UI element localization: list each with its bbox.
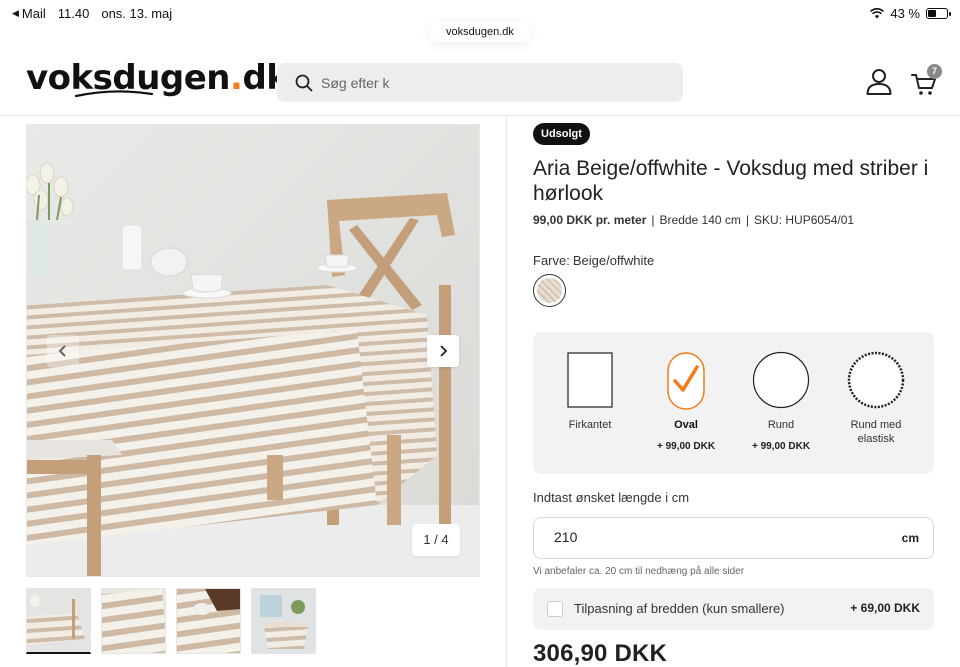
- thumbnail-4[interactable]: [251, 588, 316, 654]
- checkmark-icon: [673, 365, 699, 392]
- width-fit-price: + 69,00 DKK: [850, 601, 920, 615]
- product-photo: [27, 125, 479, 576]
- swatch-pattern: [537, 278, 562, 303]
- colour-label-value: Beige/offwhite: [572, 253, 655, 268]
- cart-count-badge: 7: [927, 64, 942, 79]
- user-icon: [866, 69, 892, 95]
- image-counter: 1 / 4: [412, 524, 460, 556]
- wifi-icon: [870, 8, 885, 19]
- sold-out-badge: Udsolgt: [533, 123, 590, 145]
- width-fit-label: Tilpasning af bredden (kun smallere): [574, 601, 785, 616]
- site-logo[interactable]: voksdugen.dk: [26, 58, 289, 98]
- battery-icon: [926, 8, 951, 19]
- status-date: ons. 13. maj: [101, 6, 173, 21]
- product-meta: 99,00 DKK pr. meter | Bredde 140 cm | SK…: [533, 213, 854, 227]
- back-app-label: Mail: [21, 6, 46, 21]
- length-input[interactable]: [554, 529, 854, 545]
- thumbnail-1[interactable]: [26, 588, 91, 654]
- search-input[interactable]: [321, 74, 661, 91]
- width-fit-checkbox[interactable]: [547, 601, 563, 617]
- thumbnail-2[interactable]: [101, 588, 166, 654]
- column-divider: [506, 116, 507, 667]
- search-bar[interactable]: [277, 63, 683, 102]
- account-button[interactable]: [864, 67, 894, 97]
- logo-dot: .: [230, 58, 243, 98]
- width-fit-option[interactable]: Tilpasning af bredden (kun smallere) + 6…: [533, 588, 934, 630]
- shape-price: + 99,00 DKK: [751, 441, 811, 452]
- colour-label: Farve: Beige/offwhite: [533, 253, 654, 268]
- chevron-left-icon: [58, 345, 66, 357]
- search-icon: [295, 74, 313, 91]
- length-label: Indtast ønsket længde i cm: [533, 490, 690, 505]
- site-header: voksdugen.dk 7: [0, 50, 960, 116]
- chevron-right-icon: [440, 345, 448, 357]
- colour-label-key: Farve:: [533, 253, 570, 268]
- shape-label: Firkantet: [568, 419, 612, 431]
- shape-label: Rund med elastisk: [850, 419, 902, 445]
- thumbnail-image: [177, 589, 240, 653]
- shape-label: Oval: [674, 419, 698, 431]
- cart-button[interactable]: 7: [910, 64, 944, 98]
- back-triangle-icon: ◀: [12, 8, 19, 18]
- square-shape-icon: [567, 352, 613, 408]
- thumbnail-3[interactable]: [176, 588, 241, 654]
- colour-swatch-beige-offwhite[interactable]: [533, 274, 566, 307]
- product-title: Aria Beige/offwhite - Voksdug med stribe…: [533, 157, 929, 205]
- price-per-meter: 99,00 DKK pr. meter: [533, 213, 647, 227]
- thumbnail-image: [252, 589, 315, 653]
- back-to-mail-button[interactable]: ◀ Mail: [12, 6, 46, 21]
- length-unit: cm: [901, 531, 919, 545]
- shape-options-panel: Firkantet Oval + 99,00 DKK Rund + 99,00 …: [533, 332, 934, 474]
- shape-option-round[interactable]: Rund + 99,00 DKK: [731, 332, 831, 474]
- status-time: 11.40: [57, 6, 90, 21]
- shape-option-square[interactable]: Firkantet: [540, 332, 640, 474]
- round-elastic-shape-icon: [847, 351, 905, 409]
- thumbnail-image: [102, 589, 165, 653]
- length-field[interactable]: cm: [533, 517, 934, 559]
- url-bar[interactable]: voksdugen.dk: [430, 22, 530, 42]
- product-width: Bredde 140 cm: [659, 213, 741, 227]
- battery-percent: 43 %: [890, 6, 920, 21]
- meta-separator: |: [745, 213, 750, 227]
- product-main-image[interactable]: 1 / 4: [26, 124, 480, 577]
- meta-separator: |: [651, 213, 655, 227]
- length-hint: Vi anbefaler ca. 20 cm til nedhæng på al…: [533, 566, 745, 577]
- previous-image-button[interactable]: [47, 335, 79, 367]
- shape-option-oval[interactable]: Oval + 99,00 DKK: [636, 332, 736, 474]
- round-shape-icon: [752, 351, 810, 409]
- thumbnail-image: [27, 589, 90, 652]
- logo-swoosh-icon: [74, 90, 154, 98]
- thumbnail-strip: [26, 588, 316, 654]
- shape-price: + 99,00 DKK: [656, 441, 716, 452]
- next-image-button[interactable]: [427, 335, 459, 367]
- shape-label: Rund: [767, 419, 795, 431]
- total-price: 306,90 DKK: [533, 640, 668, 667]
- product-sku: SKU: HUP6054/01: [754, 213, 855, 227]
- shape-option-round-elastic[interactable]: Rund med elastisk: [826, 332, 926, 474]
